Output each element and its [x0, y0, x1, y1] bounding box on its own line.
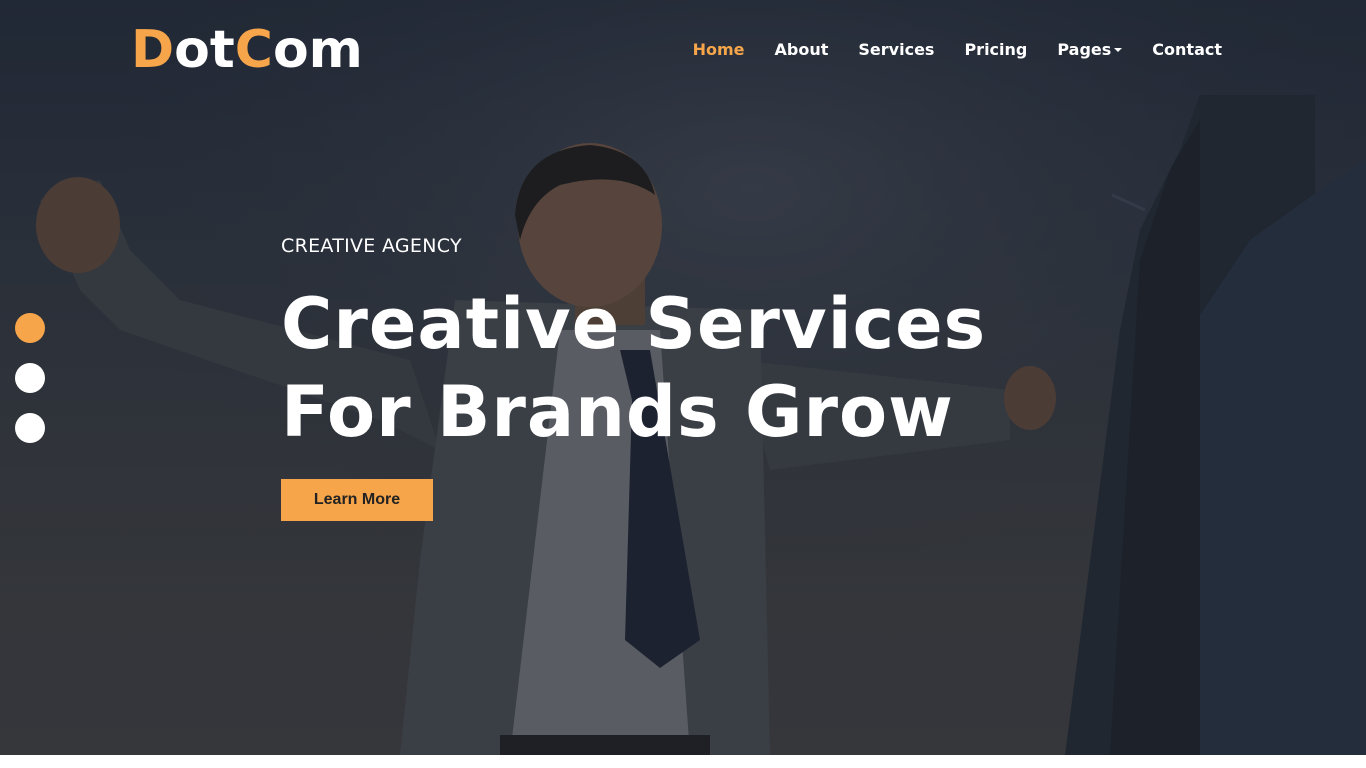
hero-headline-line-2: For Brands Grow [281, 371, 954, 453]
hero-section: DotCom Home About Services Pricing Pages… [0, 0, 1366, 755]
logo-letter-d: D [131, 20, 175, 80]
nav-contact-link[interactable]: Contact [1137, 38, 1222, 62]
hero-headline-line-1: Creative Services [281, 283, 987, 365]
learn-more-button[interactable]: Learn More [281, 479, 433, 521]
nav-home-link[interactable]: Home [678, 38, 760, 62]
nav-services-link[interactable]: Services [843, 38, 949, 62]
logo-letter-c: C [234, 20, 273, 80]
hero-kicker: CREATIVE AGENCY [281, 235, 462, 257]
main-nav: Home About Services Pricing Pages Contac… [678, 38, 1222, 62]
nav-about-link[interactable]: About [760, 38, 844, 62]
slider-dot-1[interactable] [15, 313, 45, 343]
logo-text-om: om [272, 20, 363, 80]
site-logo[interactable]: DotCom [131, 20, 363, 80]
slider-dot-2[interactable] [15, 363, 45, 393]
nav-pages-label: Pages [1057, 40, 1112, 59]
caret-down-icon [1114, 48, 1123, 52]
hero-headline: Creative Services For Brands Grow [281, 280, 986, 456]
nav-pages-dropdown[interactable]: Pages [1042, 38, 1137, 62]
nav-pricing-link[interactable]: Pricing [949, 38, 1042, 62]
slider-dot-3[interactable] [15, 413, 45, 443]
logo-text-ot: ot [174, 20, 235, 80]
slider-pagination [15, 313, 45, 463]
